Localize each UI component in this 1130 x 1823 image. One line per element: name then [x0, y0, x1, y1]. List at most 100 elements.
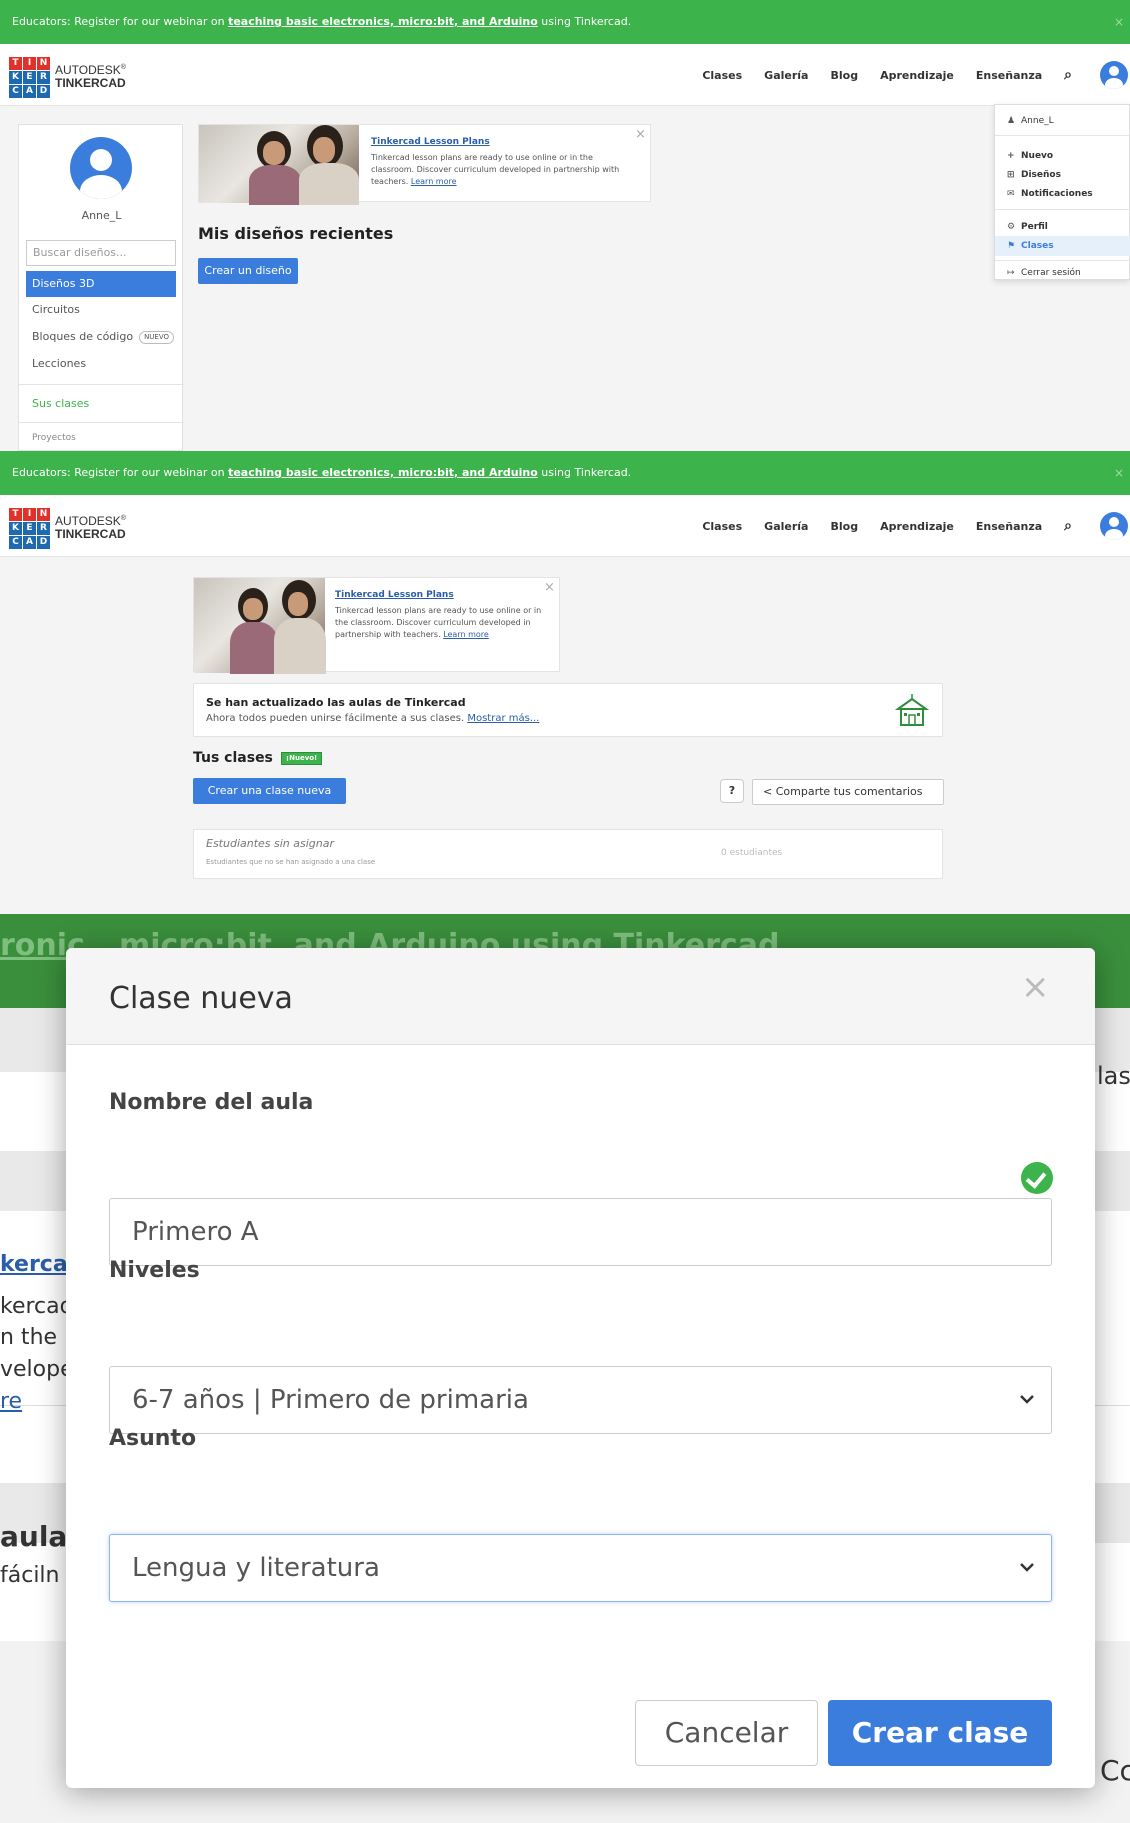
logo-letter: C [9, 536, 22, 549]
tinkercad-logo[interactable]: TIN KER CAD [9, 508, 50, 549]
divider [995, 209, 1130, 210]
divider [19, 384, 184, 385]
tinkercad-logo[interactable]: TIN KER CAD [9, 57, 50, 98]
announcement-banner: Educators: Register for our webinar on t… [0, 451, 1130, 495]
learn-more-link[interactable]: Learn more [411, 177, 457, 186]
profile-avatar[interactable] [70, 137, 132, 199]
classroom-name-input[interactable]: Primero A [109, 1198, 1052, 1266]
sidebar-item-circuits[interactable]: Circuitos [26, 297, 176, 323]
banner-close-icon[interactable]: × [1114, 451, 1124, 495]
lesson-image [199, 125, 359, 205]
chevron-down-icon [1020, 1395, 1034, 1404]
lesson-plans-title[interactable]: Tinkercad Lesson Plans [335, 590, 454, 600]
gear-icon: ⚙ [1007, 222, 1016, 232]
sidebar-item-lessons[interactable]: Lecciones [26, 351, 176, 377]
unassigned-students-row[interactable]: Estudiantes sin asignar Estudiantes que … [193, 829, 943, 879]
dropdown-item-designs[interactable]: ⊞ Diseños [995, 165, 1130, 185]
logo-letter: D [37, 85, 50, 98]
banner-close-icon[interactable]: × [1114, 0, 1124, 44]
dropdown-item-new[interactable]: + Nuevo [995, 146, 1130, 166]
sidebar-item-projects[interactable]: Proyectos [32, 433, 76, 443]
create-class-button[interactable]: Crear una clase nueva [193, 778, 346, 804]
lesson-plans-card: Tinkercad Lesson Plans Tinkercad lesson … [193, 577, 560, 674]
logo-letter: T [9, 508, 22, 521]
logo-letter: R [37, 71, 50, 84]
help-button[interactable]: ? [720, 779, 744, 803]
levels-select[interactable]: 6-7 años | Primero de primaria [109, 1366, 1052, 1434]
brand-name: AUTODESK® TINKERCAD [55, 63, 126, 90]
user-avatar[interactable] [1100, 61, 1128, 89]
notice-title: Se han actualizado las aulas de Tinkerca… [206, 696, 466, 709]
your-classes-heading: Tus clases ¡Nuevo! [193, 750, 323, 766]
subject-select[interactable]: Lengua y literatura [109, 1534, 1052, 1602]
sidebar: Anne_L Buscar diseños... Diseños 3D Circ… [18, 124, 184, 451]
webinar-link[interactable]: teaching basic electronics, micro:bit, a… [228, 466, 538, 479]
dropdown-item-profile[interactable]: ⚙ Perfil [995, 217, 1130, 237]
school-icon [894, 694, 930, 726]
lesson-image [194, 578, 326, 674]
nav-galeria[interactable]: Galería [764, 69, 808, 82]
check-icon [1021, 1162, 1053, 1194]
divider [19, 422, 184, 423]
sidebar-item-3d-designs[interactable]: Diseños 3D [26, 271, 176, 297]
logo-letter: R [37, 522, 50, 535]
nav-aprendizaje[interactable]: Aprendizaje [880, 69, 954, 82]
classrooms-updated-notice: Se han actualizado las aulas de Tinkerca… [193, 683, 943, 737]
unassigned-title: Estudiantes sin asignar [206, 837, 335, 850]
nav-blog[interactable]: Blog [830, 520, 858, 533]
nav-clases[interactable]: Clases [702, 520, 742, 533]
nav-ensenanza[interactable]: Enseñanza [976, 69, 1042, 82]
sidebar-item-code-blocks[interactable]: Bloques de código NUEVO [26, 324, 176, 350]
logo-letter: N [37, 57, 50, 70]
dropdown-item-classes[interactable]: ⚑ Clases [995, 236, 1130, 256]
search-designs-input[interactable]: Buscar diseños... [26, 240, 176, 266]
learn-more-link[interactable]: Learn more [443, 630, 489, 639]
logo-letter: A [23, 536, 36, 549]
classes-icon: ⚑ [1007, 241, 1016, 251]
nav-links: Clases Galería Blog Aprendizaje Enseñanz… [680, 495, 1072, 557]
plus-icon: + [1007, 151, 1015, 161]
classroom-name-label: Nombre del aula [109, 1090, 314, 1115]
dropdown-item-notifications[interactable]: ✉ Notificaciones [995, 184, 1130, 204]
user-avatar[interactable] [1100, 512, 1128, 540]
search-icon[interactable]: ⌕ [1064, 518, 1072, 534]
subject-label: Asunto [109, 1426, 197, 1451]
modal-title: Clase nueva [109, 981, 293, 1016]
cancel-button[interactable]: Cancelar [635, 1700, 818, 1766]
show-more-link[interactable]: Mostrar más... [467, 713, 539, 724]
lesson-plans-text: Tinkercad lesson plans are ready to use … [371, 153, 620, 186]
close-icon[interactable]: × [1021, 970, 1050, 1004]
recent-designs-heading: Mis diseños recientes [198, 224, 394, 243]
lesson-plans-text: Tinkercad lesson plans are ready to use … [335, 606, 542, 639]
logo-letter: E [23, 522, 36, 535]
webinar-link[interactable]: teaching basic electronics, micro:bit, a… [228, 15, 538, 28]
dropdown-user: ♟ Anne_L [995, 111, 1130, 131]
lesson-plans-card: Tinkercad Lesson Plans Tinkercad lesson … [198, 124, 651, 205]
nav-aprendizaje[interactable]: Aprendizaje [880, 520, 954, 533]
logo-letter: C [9, 85, 22, 98]
close-icon[interactable]: × [635, 127, 646, 142]
share-feedback-button[interactable]: < Comparte tus comentarios [752, 779, 944, 805]
logout-icon: ↦ [1007, 268, 1015, 278]
search-icon[interactable]: ⌕ [1064, 67, 1072, 83]
student-count: 0 estudiantes [721, 848, 783, 858]
sidebar-item-your-classes[interactable]: Sus clases [32, 397, 89, 410]
create-class-button[interactable]: Crear clase [828, 1700, 1052, 1766]
logo-letter: I [23, 57, 36, 70]
logo-letter: K [9, 71, 22, 84]
share-icon: < [763, 785, 773, 798]
nav-blog[interactable]: Blog [830, 69, 858, 82]
lesson-plans-title[interactable]: Tinkercad Lesson Plans [371, 137, 490, 147]
close-icon[interactable]: × [544, 580, 555, 595]
dropdown-item-logout[interactable]: ↦ Cerrar sesión [995, 263, 1130, 283]
nav-galeria[interactable]: Galería [764, 520, 808, 533]
create-design-button[interactable]: Crear un diseño [198, 258, 298, 284]
nav-links: Clases Galería Blog Aprendizaje Enseñanz… [680, 44, 1072, 106]
logo-letter: K [9, 522, 22, 535]
logo-letter: N [37, 508, 50, 521]
notice-text: Ahora todos pueden unirse fácilmente a s… [206, 713, 540, 724]
nav-clases[interactable]: Clases [702, 69, 742, 82]
nav-ensenanza[interactable]: Enseñanza [976, 520, 1042, 533]
modal-header: Clase nueva × [66, 948, 1095, 1045]
user-dropdown-menu: ♟ Anne_L + Nuevo ⊞ Diseños ✉ Notificaciones … [994, 104, 1130, 280]
